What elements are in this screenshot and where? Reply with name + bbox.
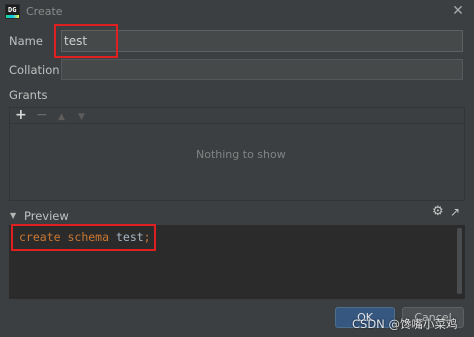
preview-label[interactable]: Preview	[24, 209, 69, 223]
add-icon[interactable]: +	[15, 107, 27, 124]
app-icon-text: DG	[8, 6, 17, 14]
remove-icon[interactable]: −	[36, 107, 48, 124]
datagrip-icon: DG	[5, 4, 20, 19]
grants-toolbar: + − ▲ ▼	[9, 107, 465, 124]
name-field[interactable]	[61, 30, 463, 52]
open-in-editor-icon[interactable]: ↗	[450, 205, 460, 219]
editor-scrollbar[interactable]	[457, 228, 462, 294]
empty-state-text: Nothing to show	[196, 148, 286, 161]
grants-table[interactable]	[9, 124, 465, 201]
title-bar	[0, 0, 474, 24]
name-label: Name	[9, 34, 43, 48]
gear-icon[interactable]: ⚙	[432, 204, 444, 219]
collation-label: Collation	[9, 63, 60, 77]
preview-collapse-icon[interactable]: ▼	[10, 211, 16, 220]
code-highlight-box	[11, 224, 156, 251]
grants-label: Grants	[9, 88, 48, 102]
collation-field[interactable]	[61, 59, 463, 80]
window-title: Create	[26, 5, 63, 18]
watermark: CSDN @馋嘴小菜鸡	[352, 317, 458, 331]
name-highlight-box	[54, 24, 118, 58]
close-icon[interactable]: ✕	[449, 2, 467, 20]
